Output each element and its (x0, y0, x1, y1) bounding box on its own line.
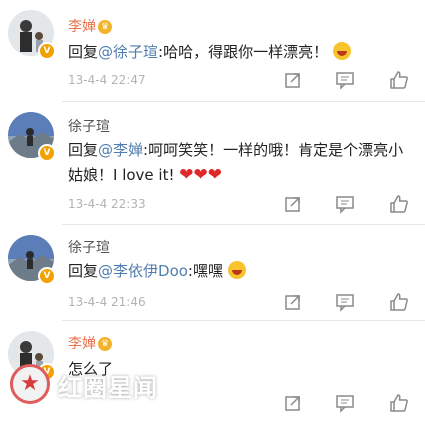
username[interactable]: 徐子瑄 (68, 237, 110, 257)
comment-actions (283, 194, 413, 214)
comment-item: V 徐子瑄 回复@李婵:呵呵笑笑！一样的哦！肯定是个漂亮小姑娘！I love i… (0, 102, 425, 222)
watermark-text: 红圈星闻 (58, 374, 158, 402)
mention-link[interactable]: @李婵 (98, 141, 143, 159)
username[interactable]: 李婵 ♛ (68, 333, 112, 353)
username[interactable]: 李婵 ♛ (68, 16, 112, 36)
vip-crown-icon: ♛ (98, 20, 112, 34)
comment-icon[interactable] (335, 292, 355, 312)
timestamp: 13-4-4 22:33 (68, 197, 146, 211)
watermark: ★ 红圈星闻 (10, 362, 210, 412)
heart-emoji-icon: ❤ (207, 165, 223, 185)
thumbs-up-icon[interactable] (389, 393, 409, 413)
comment-item: V 徐子瑄 回复@李依伊Doo:嘿嘿 13-4-4 21:46 (0, 225, 425, 320)
thinking-emoji-icon (227, 261, 246, 279)
comment-icon[interactable] (335, 70, 355, 90)
comment-text: 回复@李婵:呵呵笑笑！一样的哦！肯定是个漂亮小姑娘！I love it! ❤❤❤ (68, 141, 404, 185)
verified-badge-icon: V (38, 42, 56, 60)
comment-text: 回复@徐子瑄:哈哈，得跟你一样漂亮！ (68, 40, 407, 65)
share-icon[interactable] (283, 70, 303, 90)
share-icon[interactable] (283, 194, 303, 214)
comment-icon[interactable] (335, 393, 355, 413)
comment-text: 回复@李依伊Doo:嘿嘿 (68, 259, 407, 284)
heart-emoji-icon: ❤ (179, 165, 194, 185)
username[interactable]: 徐子瑄 (68, 116, 110, 136)
thumbs-up-icon[interactable] (389, 70, 409, 90)
vip-crown-icon: ♛ (98, 337, 112, 351)
verified-badge-icon: V (38, 144, 56, 162)
mention-link[interactable]: @李依伊Doo (98, 262, 188, 280)
comment-icon[interactable] (335, 194, 355, 214)
share-icon[interactable] (283, 292, 303, 312)
heart-emoji-icon: ❤ (193, 165, 208, 185)
comment-actions (283, 393, 413, 413)
mention-link[interactable]: @徐子瑄 (98, 43, 158, 61)
verified-badge-icon: V (38, 267, 56, 285)
comment-item: V 李婵 ♛ 回复@徐子瑄:哈哈，得跟你一样漂亮！ 13-4-4 22:47 (0, 0, 425, 100)
thumbs-up-icon[interactable] (389, 194, 409, 214)
star-logo-icon: ★ (10, 364, 50, 404)
laughing-emoji-icon (332, 42, 351, 60)
timestamp: 13-4-4 21:46 (68, 295, 146, 309)
timestamp: 13-4-4 22:47 (68, 73, 146, 87)
comment-actions (283, 70, 413, 90)
share-icon[interactable] (283, 393, 303, 413)
thumbs-up-icon[interactable] (389, 292, 409, 312)
comment-actions (283, 292, 413, 312)
